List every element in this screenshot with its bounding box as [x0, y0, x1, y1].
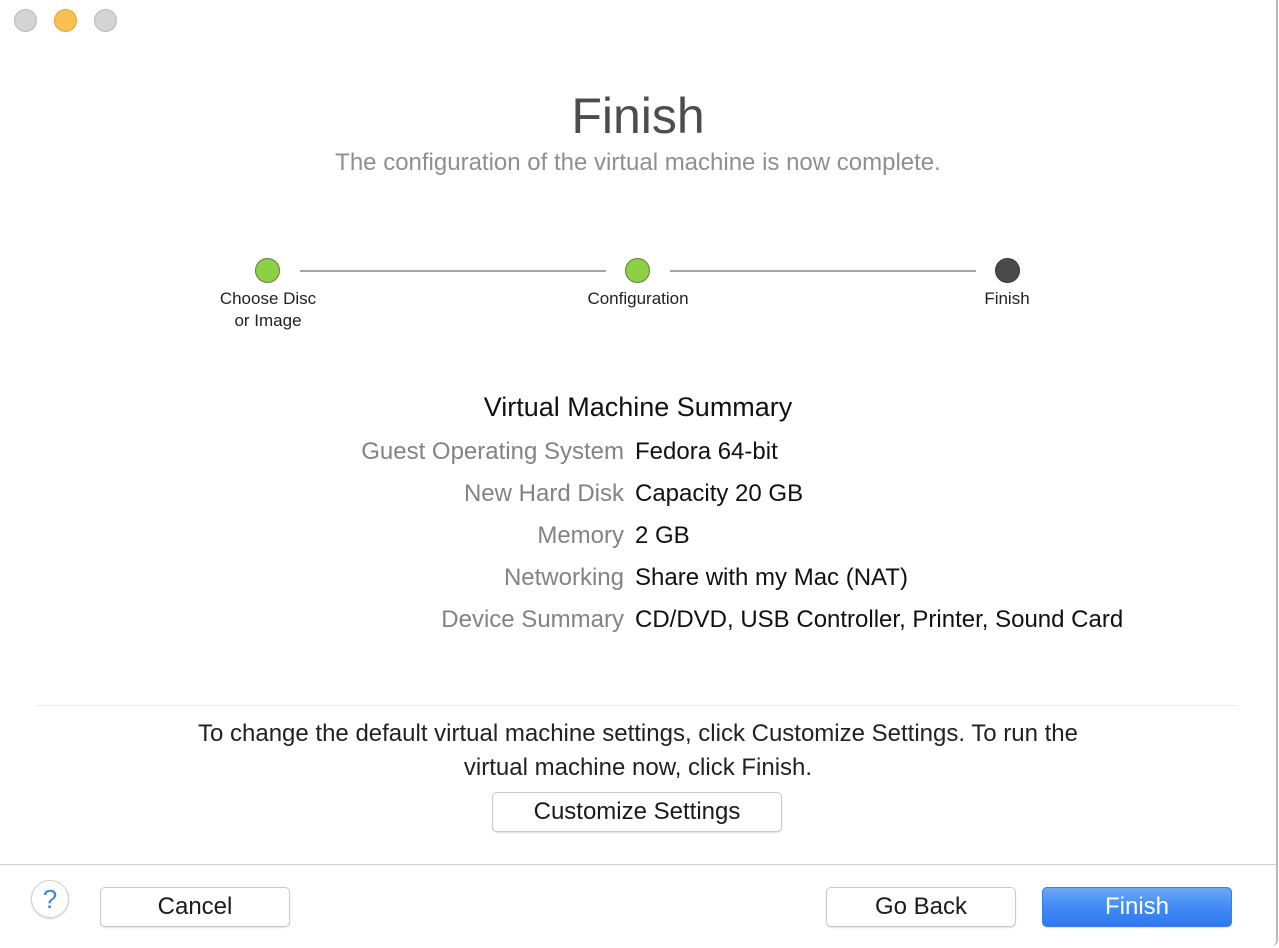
- footer-divider: [0, 864, 1276, 865]
- summary-value: Fedora 64-bit: [635, 438, 778, 465]
- customize-settings-button[interactable]: Customize Settings: [492, 792, 782, 832]
- summary-key: Networking: [503, 564, 624, 591]
- step-label-line: Configuration: [587, 289, 689, 308]
- vm-assistant-window: Finish The configuration of the virtual …: [0, 0, 1278, 946]
- summary-value: 2 GB: [635, 522, 690, 549]
- summary-key: New Hard Disk: [463, 480, 624, 507]
- step-connector: [300, 270, 606, 272]
- step-label-line: Choose Disc: [219, 289, 317, 308]
- summary-row: Networking Share with my Mac (NAT): [0, 562, 1276, 596]
- step-completed-indicator: [625, 258, 650, 283]
- info-text: To change the default virtual machine se…: [100, 717, 1176, 785]
- summary-row: Memory 2 GB: [0, 520, 1276, 554]
- summary-key: Memory: [537, 522, 624, 549]
- summary-row: New Hard Disk Capacity 20 GB: [0, 478, 1276, 512]
- summary-row: Device Summary CD/DVD, USB Controller, P…: [0, 604, 1276, 638]
- help-button[interactable]: ?: [31, 880, 69, 918]
- info-text-line: virtual machine now, click Finish.: [463, 754, 813, 781]
- summary-key: Device Summary: [441, 606, 624, 633]
- step-label-configuration: Configuration: [538, 288, 738, 310]
- step-label-choose-disc: Choose Disc or Image: [168, 288, 368, 332]
- summary-row: Guest Operating System Fedora 64-bit: [0, 436, 1276, 470]
- step-completed-indicator: [255, 258, 280, 283]
- step-connector: [670, 270, 976, 272]
- step-label-line: or Image: [234, 311, 302, 330]
- summary-key: Guest Operating System: [361, 438, 624, 465]
- step-label-finish: Finish: [907, 288, 1107, 310]
- finish-button[interactable]: Finish: [1042, 887, 1232, 927]
- question-mark-icon: ?: [42, 884, 58, 914]
- cancel-button[interactable]: Cancel: [100, 887, 290, 927]
- summary-value: Capacity 20 GB: [635, 480, 804, 507]
- section-divider: [36, 705, 1238, 706]
- step-label-line: Finish: [984, 289, 1030, 308]
- summary-value: Share with my Mac (NAT): [635, 564, 908, 591]
- progress-stepper: Choose Disc or Image Configuration Finis…: [0, 0, 1276, 340]
- summary-title: Virtual Machine Summary: [483, 392, 793, 422]
- info-text-line: To change the default virtual machine se…: [197, 720, 1079, 747]
- step-current-indicator: [995, 258, 1020, 283]
- summary-value: CD/DVD, USB Controller, Printer, Sound C…: [635, 606, 1124, 633]
- go-back-button[interactable]: Go Back: [826, 887, 1016, 927]
